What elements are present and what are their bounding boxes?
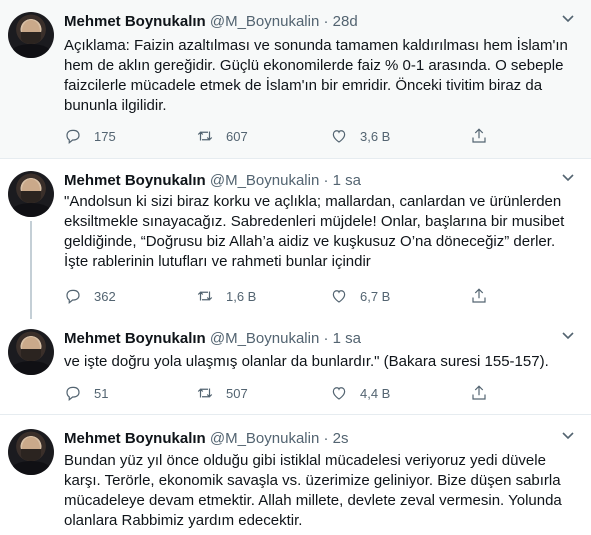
avatar[interactable] <box>8 171 54 217</box>
like-icon <box>332 290 346 303</box>
chevron-down-icon[interactable] <box>559 329 577 347</box>
like-icon <box>332 387 346 400</box>
tweet-text: "Andolsun ki sizi biraz korku ve açlıkla… <box>64 193 565 270</box>
tweet-time[interactable]: 2s <box>333 430 349 447</box>
tweet-actions: 51 507 4,4 B <box>64 383 544 403</box>
retweet-icon <box>197 131 213 141</box>
author-handle[interactable]: @M_Boynukalin <box>210 430 319 447</box>
chevron-down-icon[interactable] <box>559 429 577 447</box>
retweet-icon <box>197 291 213 301</box>
retweet-button[interactable]: 1,6 B <box>196 286 256 306</box>
share-icon <box>472 128 486 143</box>
chevron-down-icon[interactable] <box>559 12 577 30</box>
like-count: 3,6 B <box>360 128 391 144</box>
retweet-count: 1,6 B <box>226 288 257 304</box>
reply-icon <box>66 129 80 145</box>
share-button[interactable] <box>470 286 488 306</box>
reply-icon <box>66 289 80 305</box>
separator-dot: · <box>323 13 329 30</box>
share-button[interactable] <box>470 126 488 146</box>
author-name[interactable]: Mehmet Boynukalın <box>64 430 206 447</box>
tweet-text: Bundan yüz yıl önce olduğu gibi istiklal… <box>64 452 562 529</box>
reply-button[interactable]: 51 <box>64 383 108 403</box>
tweet-header: Mehmet Boynukalın @M_Boynukalin · 28d <box>64 12 358 32</box>
like-button[interactable]: 3,6 B <box>330 126 390 146</box>
tweet-text: ve işte doğru yola ulaşmış olanlar da bu… <box>64 353 549 370</box>
tweet-header: Mehmet Boynukalın @M_Boynukalin · 2s <box>64 429 349 449</box>
tweet[interactable]: Mehmet Boynukalın @M_Boynukalin · 2s Bun… <box>0 415 591 535</box>
tweet[interactable]: Mehmet Boynukalın @M_Boynukalin · 1 sa v… <box>0 319 591 411</box>
tweet[interactable]: Mehmet Boynukalın @M_Boynukalin · 28d Aç… <box>0 0 591 158</box>
author-name[interactable]: Mehmet Boynukalın <box>64 13 206 30</box>
tweet-header: Mehmet Boynukalın @M_Boynukalin · 1 sa <box>64 171 361 191</box>
tweet[interactable]: Mehmet Boynukalın @M_Boynukalin · 1 sa "… <box>0 159 591 319</box>
reply-count: 362 <box>94 288 116 304</box>
avatar[interactable] <box>8 329 54 375</box>
retweet-icon <box>197 388 213 398</box>
tweet-actions: 175 607 3,6 B <box>64 126 544 146</box>
like-icon <box>332 130 346 143</box>
avatar[interactable] <box>8 12 54 58</box>
reply-count: 51 <box>94 385 109 401</box>
tweet-time[interactable]: 28d <box>333 13 358 30</box>
reply-count: 175 <box>94 128 116 144</box>
tweet-feed: Mehmet Boynukalın @M_Boynukalin · 28d Aç… <box>0 0 591 535</box>
like-count: 6,7 B <box>360 288 391 304</box>
share-button[interactable] <box>470 383 488 403</box>
like-count: 4,4 B <box>360 385 391 401</box>
retweet-button[interactable]: 607 <box>196 126 248 146</box>
tweet-text: Açıklama: Faizin azaltılması ve sonunda … <box>64 37 568 114</box>
reply-button[interactable]: 175 <box>64 126 116 146</box>
avatar[interactable] <box>8 429 54 475</box>
author-handle[interactable]: @M_Boynukalin <box>210 172 319 189</box>
author-handle[interactable]: @M_Boynukalin <box>210 13 319 30</box>
share-icon <box>472 288 486 303</box>
reply-icon <box>66 386 80 402</box>
chevron-down-icon[interactable] <box>559 171 577 189</box>
reply-button[interactable]: 362 <box>64 286 116 306</box>
retweet-count: 507 <box>226 385 248 401</box>
thread-line <box>30 221 32 319</box>
retweet-count: 607 <box>226 128 248 144</box>
author-handle[interactable]: @M_Boynukalin <box>210 330 319 347</box>
tweet-time[interactable]: 1 sa <box>333 172 361 189</box>
separator-dot: · <box>323 172 329 189</box>
like-button[interactable]: 4,4 B <box>330 383 390 403</box>
author-name[interactable]: Mehmet Boynukalın <box>64 172 206 189</box>
tweet-actions: 362 1,6 B 6,7 B <box>64 286 544 306</box>
separator-dot: · <box>323 330 329 347</box>
separator-dot: · <box>323 430 329 447</box>
tweet-header: Mehmet Boynukalın @M_Boynukalin · 1 sa <box>64 329 361 349</box>
retweet-button[interactable]: 507 <box>196 383 248 403</box>
share-icon <box>472 385 486 400</box>
author-name[interactable]: Mehmet Boynukalın <box>64 330 206 347</box>
like-button[interactable]: 6,7 B <box>330 286 390 306</box>
tweet-time[interactable]: 1 sa <box>333 330 361 347</box>
